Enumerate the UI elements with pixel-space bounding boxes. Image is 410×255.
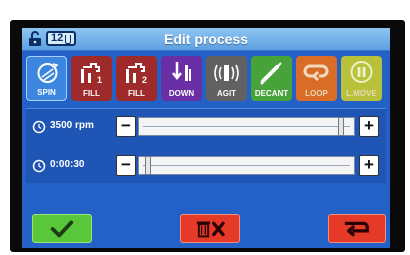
- title-bar: 12 Edit process: [22, 28, 390, 51]
- pause-icon: [350, 61, 373, 83]
- time-plus-button[interactable]: +: [359, 155, 379, 176]
- step-spin-button[interactable]: SPIN: [26, 56, 67, 101]
- step-label: DOWN: [168, 89, 195, 98]
- time-slider[interactable]: [138, 156, 355, 175]
- faucet-2-icon: 2: [126, 63, 147, 85]
- step-agit-button[interactable]: AGIT: [206, 56, 247, 101]
- clock-icon: [32, 159, 46, 173]
- delete-step-button[interactable]: [180, 214, 240, 243]
- time-minus-button[interactable]: −: [116, 155, 136, 176]
- step-lmove-button[interactable]: L.MOVE: [341, 56, 382, 101]
- svg-text:2: 2: [142, 75, 147, 85]
- down-arrow-icon: [172, 62, 191, 81]
- time-slider-thumb[interactable]: [145, 156, 151, 175]
- step-label: FILL: [128, 89, 145, 98]
- action-bar: [22, 206, 390, 248]
- step-fill-1-button[interactable]: 1 FILL: [71, 56, 112, 101]
- speed-minus-button[interactable]: −: [116, 116, 136, 137]
- trash-x-icon: [196, 221, 225, 238]
- speed-row: 3500 rpm − +: [26, 115, 386, 139]
- time-value: 0:00:30: [50, 159, 85, 170]
- clock-icon: [32, 120, 46, 134]
- slider-track-line: [143, 165, 350, 166]
- step-label: FILL: [83, 89, 100, 98]
- checkmark-icon: [50, 220, 74, 238]
- speed-slider[interactable]: [138, 117, 355, 136]
- step-down-button[interactable]: DOWN: [161, 56, 202, 101]
- back-button[interactable]: [328, 214, 386, 243]
- faucet-1-icon: 1: [81, 63, 102, 85]
- step-label: AGIT: [216, 89, 237, 98]
- svg-text:1: 1: [97, 75, 102, 85]
- vibrate-icon: [214, 64, 239, 82]
- parameter-panel: 3500 rpm − + 0:00:30 − +: [26, 108, 386, 183]
- step-fill-2-button[interactable]: 2 FILL: [116, 56, 157, 101]
- time-row: 0:00:30 − +: [26, 154, 386, 178]
- speed-plus-button[interactable]: +: [359, 116, 379, 137]
- step-decant-button[interactable]: DECANT: [251, 56, 292, 101]
- step-label: LOOP: [305, 89, 328, 98]
- step-label: SPIN: [37, 88, 56, 97]
- step-loop-button[interactable]: LOOP: [296, 56, 337, 101]
- slider-track-line: [143, 126, 350, 127]
- return-arrow-icon: [344, 221, 369, 237]
- pipette-icon: [260, 62, 282, 85]
- speed-value: 3500 rpm: [50, 120, 94, 131]
- speed-slider-thumb[interactable]: [338, 117, 344, 136]
- step-label: DECANT: [254, 89, 289, 98]
- page-title: Edit process: [163, 31, 249, 47]
- confirm-button[interactable]: [32, 214, 92, 243]
- step-toolbar: SPIN 1 FILL 2 FILL DOWN AGIT DECANT LOOP…: [26, 56, 386, 102]
- step-label: L.MOVE: [346, 89, 377, 98]
- touch-screen: 12 Edit process SPIN 1 FILL 2 FILL DOWN …: [22, 28, 390, 248]
- spin-icon: [37, 63, 59, 83]
- loop-icon: [303, 64, 329, 82]
